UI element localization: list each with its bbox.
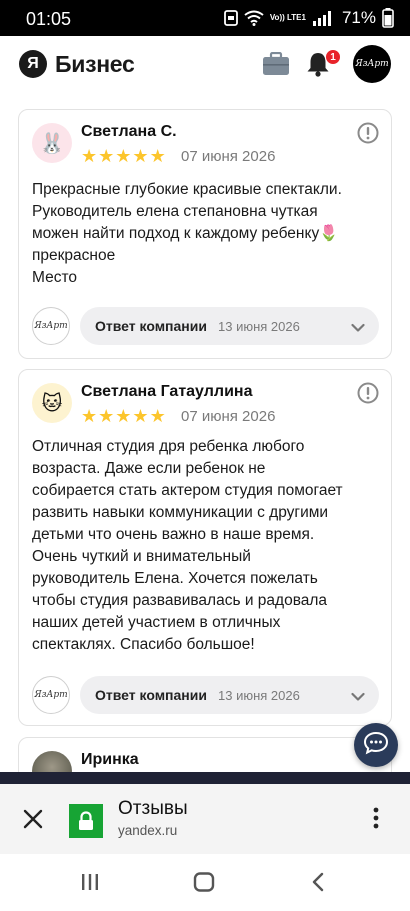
- profile-avatar[interactable]: ЯзАрт: [353, 45, 391, 83]
- reviewer-name[interactable]: Светлана Гатауллина: [81, 383, 252, 401]
- star-icon: ★: [98, 406, 115, 426]
- status-icons: Vo)) LTE1 71%: [223, 8, 394, 28]
- network-type: Vo)) LTE1: [269, 13, 306, 22]
- profile-avatar-mark: ЯзАрт: [355, 59, 389, 69]
- report-icon[interactable]: [357, 122, 379, 149]
- browser-bottom-sheet: Отзывы yandex.ru: [0, 784, 410, 854]
- system-nav-bar: [0, 854, 410, 911]
- review-text-line: прекрасное: [32, 247, 116, 264]
- more-options-icon[interactable]: [373, 806, 379, 835]
- star-icon: ★: [115, 406, 132, 426]
- review-text-line: возраста. Даже если ребенок не: [32, 460, 266, 477]
- chat-button[interactable]: [354, 723, 398, 767]
- briefcase-icon[interactable]: [262, 51, 290, 81]
- lock-icon: [69, 804, 103, 838]
- company-reply-toggle[interactable]: Ответ компании 13 июня 2026: [80, 676, 379, 714]
- recent-apps-icon[interactable]: [80, 872, 100, 897]
- company-logo: ЯзАрт: [32, 676, 70, 714]
- home-icon[interactable]: [193, 872, 215, 897]
- review-text: Отличная студия дря ребенка любого возра…: [32, 436, 382, 656]
- battery-percent: 71%: [341, 8, 376, 27]
- reviewer-avatar[interactable]: 🐱: [32, 383, 72, 423]
- reply-date: 13 июня 2026: [218, 688, 300, 703]
- star-icon: ★: [149, 146, 166, 166]
- review-text-line: можен найти подход к каждому ребенку🌷: [32, 225, 339, 242]
- rating-stars: ★ ★ ★ ★ ★: [81, 407, 166, 425]
- review-text-line: Прекрасные глубокие красивые спектакли.: [32, 181, 342, 198]
- review-date: 07 июня 2026: [181, 408, 276, 425]
- review-card: 🐰 Светлана С. ★ ★ ★ ★ ★ 07 июня 2026 Пре…: [18, 109, 392, 359]
- review-text-line: Руководитель елена степановна чуткая: [32, 203, 318, 220]
- chat-icon: [363, 731, 389, 760]
- signal-icon: [312, 10, 336, 26]
- star-icon: ★: [149, 406, 166, 426]
- star-icon: ★: [81, 406, 98, 426]
- star-icon: ★: [132, 146, 149, 166]
- review-text-line: развить навыки коммуникации с другими: [32, 504, 329, 521]
- page-footer-strip: [0, 772, 410, 784]
- star-icon: ★: [132, 406, 149, 426]
- rating-stars: ★ ★ ★ ★ ★: [81, 147, 166, 165]
- status-time: 01:05: [26, 9, 72, 29]
- close-icon[interactable]: [22, 808, 44, 835]
- wifi-icon: [244, 10, 264, 26]
- battery-icon: [382, 8, 394, 28]
- reply-label: Ответ компании: [95, 687, 207, 703]
- review-text-line: детьми что очень важно в наше время.: [32, 526, 315, 543]
- review-text-line: наших детей участием в отличных: [32, 614, 281, 631]
- star-icon: ★: [98, 146, 115, 166]
- chevron-down-icon: [351, 320, 365, 338]
- reply-label: Ответ компании: [95, 318, 207, 334]
- reviewer-avatar[interactable]: 🐰: [32, 123, 72, 163]
- company-logo: ЯзАрт: [32, 307, 70, 345]
- company-reply-toggle[interactable]: Ответ компании 13 июня 2026: [80, 307, 379, 345]
- review-text: Прекрасные глубокие красивые спектакли. …: [32, 179, 382, 289]
- page-url: yandex.ru: [118, 823, 178, 838]
- star-icon: ★: [81, 146, 98, 166]
- silent-icon: [223, 10, 238, 26]
- notification-badge: 1: [325, 49, 341, 65]
- report-icon[interactable]: [357, 382, 379, 409]
- chevron-down-icon: [351, 689, 365, 707]
- logo-letter: Я: [19, 50, 47, 78]
- back-icon[interactable]: [310, 872, 326, 897]
- company-logo-mark: ЯзАрт: [34, 321, 68, 331]
- logo-text: Бизнес: [55, 50, 135, 77]
- review-text-line: Отличная студия дря ребенка любого: [32, 438, 305, 455]
- review-text-line: чтобы студия развавивалась и радовала: [32, 592, 328, 609]
- yandex-business-logo[interactable]: Я Бизнес: [19, 50, 135, 78]
- app-header: Я Бизнес 1 ЯзАрт: [0, 36, 410, 92]
- page-title: Отзывы: [118, 798, 188, 819]
- review-text-line: спектаклях. Спасибо большое!: [32, 636, 255, 653]
- star-icon: ★: [115, 146, 132, 166]
- review-text-line: Очень чуткий и внимательный: [32, 548, 251, 565]
- review-text-line: руководитель Елена. Хочется пожелать: [32, 570, 318, 587]
- reviewer-name[interactable]: Светлана С.: [81, 123, 177, 141]
- reviewer-name[interactable]: Иринка: [81, 751, 139, 769]
- review-date: 07 июня 2026: [181, 148, 276, 165]
- review-text-line: Место: [32, 269, 78, 286]
- status-bar: 01:05 Vo)) LTE1 71%: [0, 0, 410, 36]
- company-logo-mark: ЯзАрт: [34, 690, 68, 700]
- reply-date: 13 июня 2026: [218, 319, 300, 334]
- review-card: 🐱 Светлана Гатауллина ★ ★ ★ ★ ★ 07 июня …: [18, 369, 392, 726]
- review-text-line: собирается стать актером студия помогает: [32, 482, 343, 499]
